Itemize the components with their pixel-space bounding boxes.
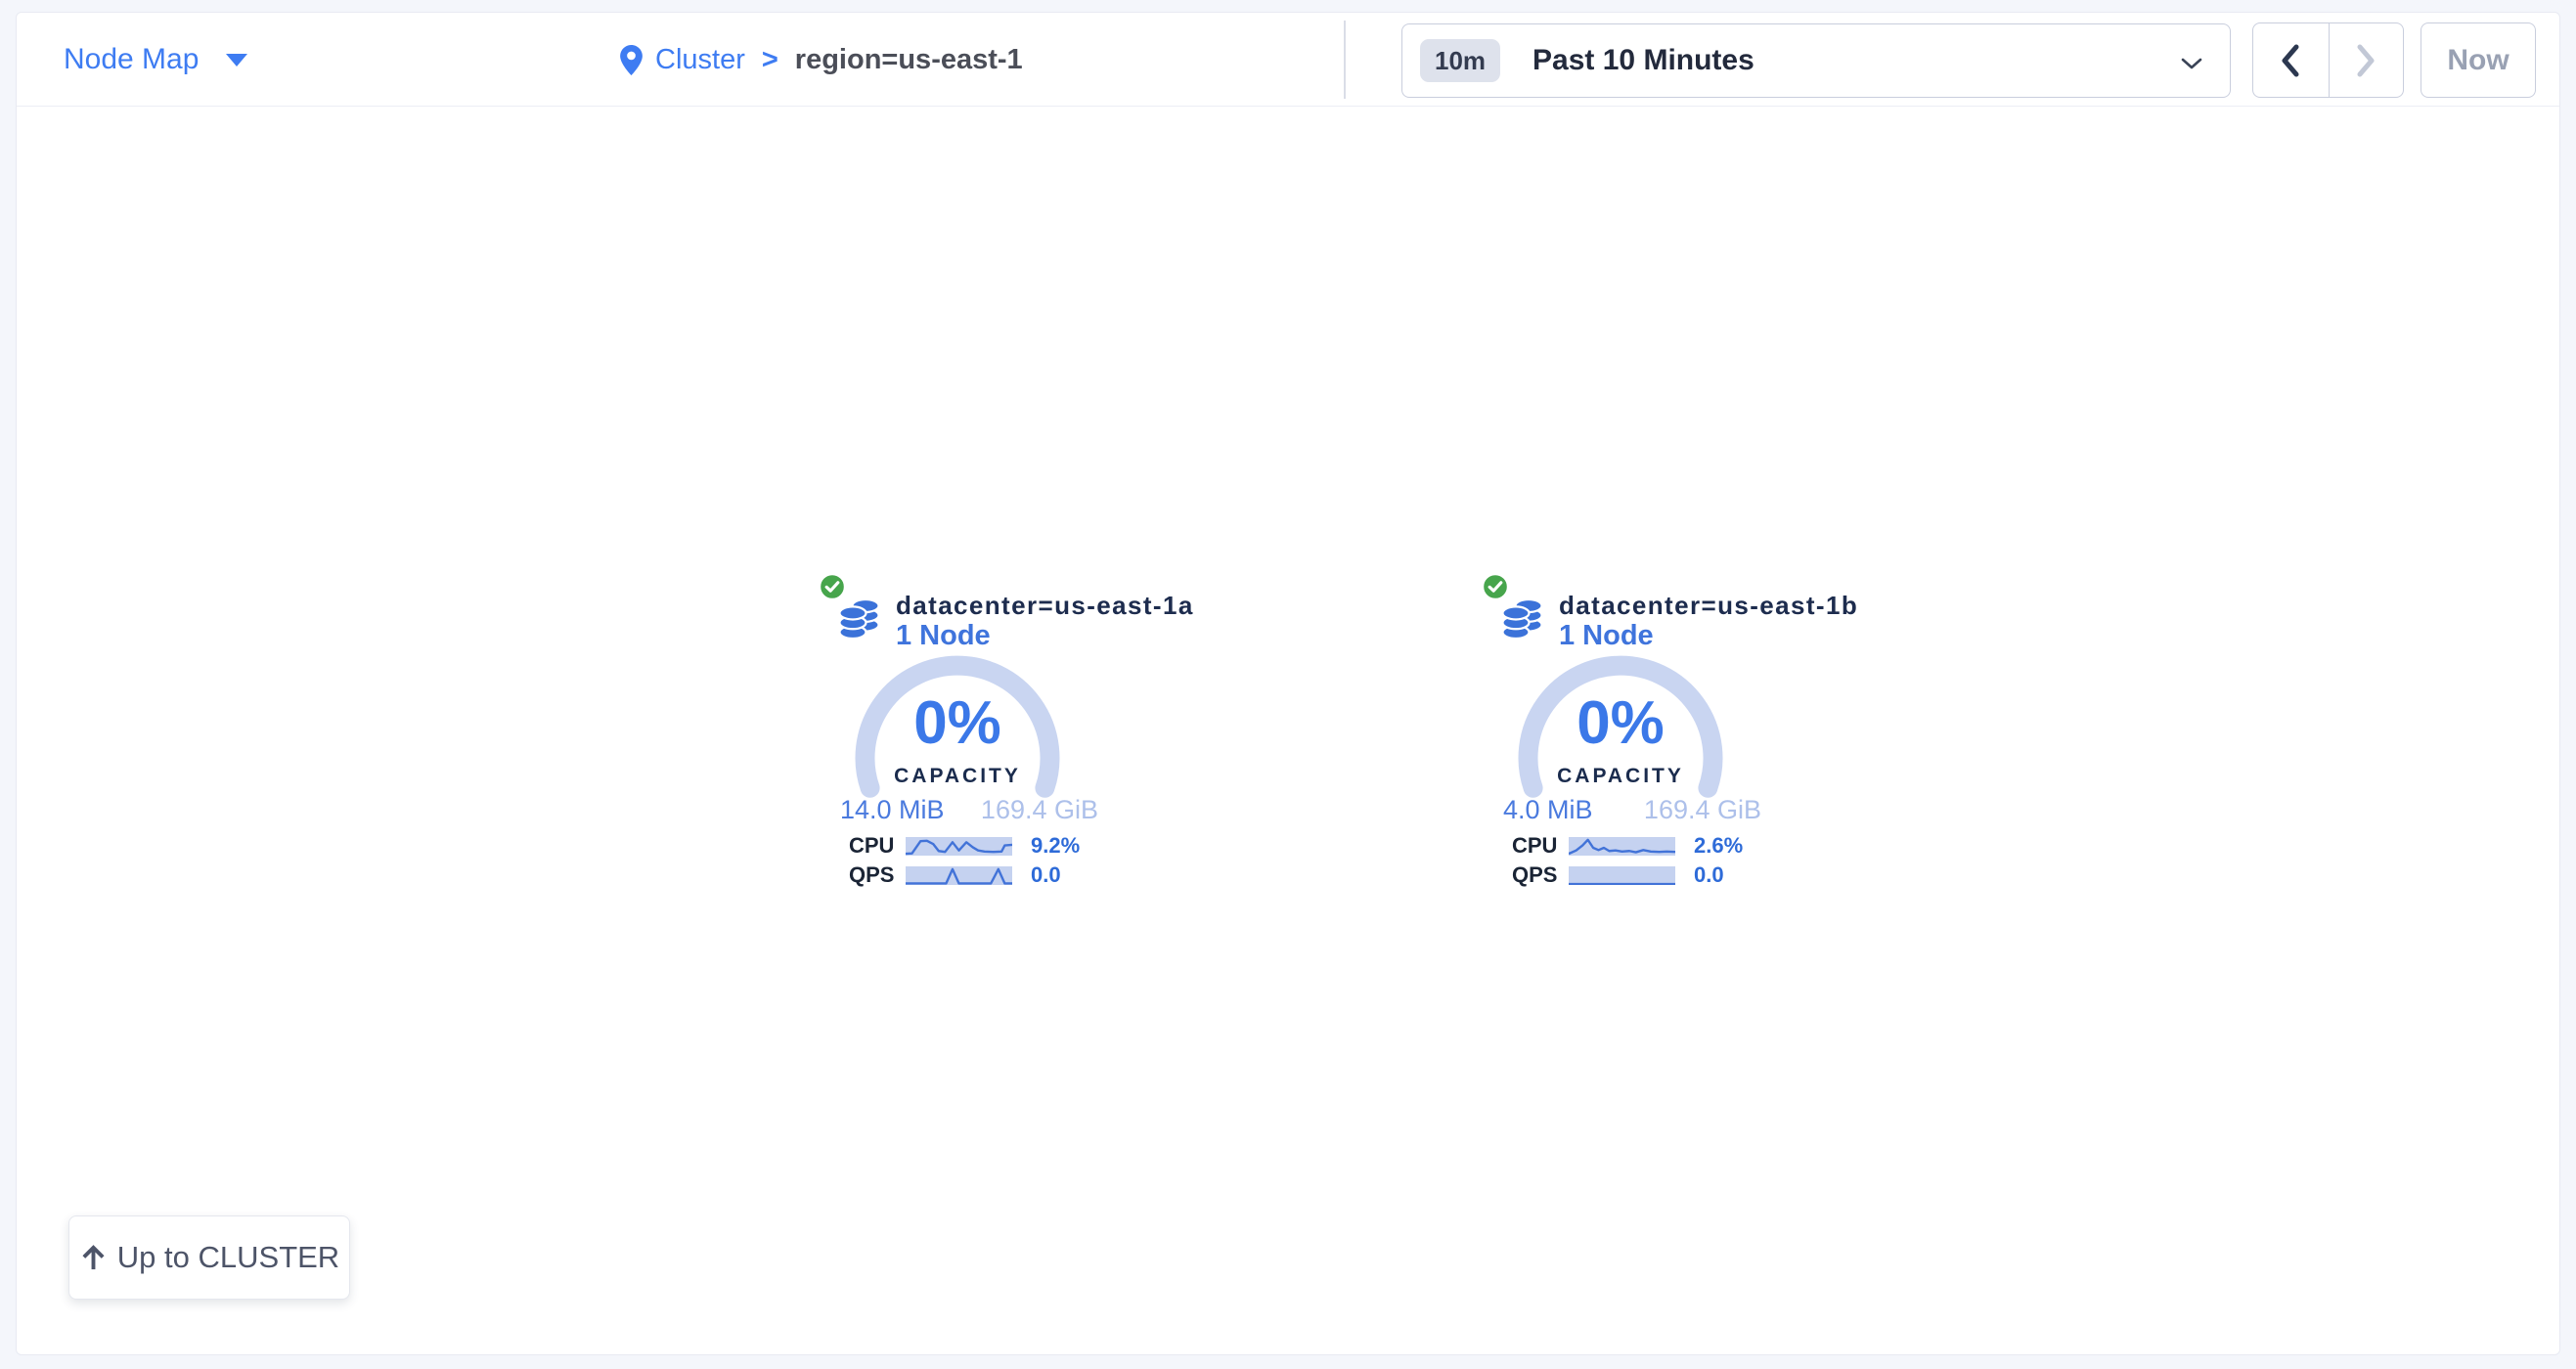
qps-metric-row: QPS 0.0 [1512,862,1724,888]
breadcrumb-current-locality: region=us-east-1 [795,44,1023,76]
capacity-used: 14.0 MiB [840,795,945,825]
node-map-page: Node Map Cluster > region=us-east-1 10m … [0,0,2576,1369]
cpu-label: CPU [849,833,906,859]
map-header: Node Map Cluster > region=us-east-1 10m … [17,13,2559,107]
cpu-metric-row: CPU 9.2% [849,833,1080,859]
breadcrumb: Cluster > region=us-east-1 [620,13,1023,107]
qps-value: 0.0 [1031,862,1061,888]
qps-value: 0.0 [1694,862,1724,888]
cpu-value: 2.6% [1694,833,1743,859]
cpu-label: CPU [1512,833,1569,859]
arrow-up-icon [79,1244,108,1272]
time-forward-button[interactable] [2329,23,2404,97]
qps-label: QPS [849,862,906,888]
caret-down-icon [226,54,247,66]
database-stack-icon [839,597,879,645]
view-selector-label: Node Map [64,43,199,76]
qps-metric-row: QPS 0.0 [849,862,1061,888]
view-selector-dropdown[interactable]: Node Map [64,13,247,107]
cpu-sparkline [1569,837,1675,856]
now-button[interactable]: Now [2421,22,2536,98]
header-divider [1344,21,1346,99]
time-back-button[interactable] [2253,23,2329,97]
locality-card-us-east-1b[interactable]: datacenter=us-east-1b 1 Node 0% CAPACITY… [1454,573,1787,896]
time-range-dropdown[interactable]: 10m Past 10 Minutes [1401,23,2231,98]
capacity-total: 169.4 GiB [981,795,1098,825]
capacity-range: 14.0 MiB 169.4 GiB [791,795,1124,825]
time-range-stepper [2252,22,2404,98]
qps-sparkline [1569,866,1675,885]
capacity-range: 4.0 MiB 169.4 GiB [1454,795,1787,825]
locality-title: datacenter=us-east-1b [1559,591,1858,621]
capacity-percentage: 0% [1454,692,1787,755]
time-range-label: Past 10 Minutes [1532,44,1754,77]
locality-card-us-east-1a[interactable]: datacenter=us-east-1a 1 Node 0% CAPACITY… [791,573,1124,896]
chevron-down-icon [2181,57,2202,74]
time-range-badge: 10m [1420,39,1500,82]
breadcrumb-separator: > [762,44,778,76]
locality-title: datacenter=us-east-1a [896,591,1194,621]
chevron-right-icon [2356,44,2376,77]
capacity-label: CAPACITY [791,765,1124,788]
qps-sparkline [906,866,1012,885]
cpu-value: 9.2% [1031,833,1080,859]
capacity-used: 4.0 MiB [1503,795,1593,825]
capacity-total: 169.4 GiB [1644,795,1761,825]
qps-label: QPS [1512,862,1569,888]
cpu-metric-row: CPU 2.6% [1512,833,1743,859]
capacity-percentage: 0% [791,692,1124,755]
location-pin-icon [620,45,643,75]
chevron-left-icon [2281,44,2300,77]
breadcrumb-cluster-link[interactable]: Cluster [655,44,745,76]
database-stack-icon [1502,597,1542,645]
up-to-cluster-button[interactable]: Up to CLUSTER [68,1215,350,1300]
cpu-sparkline [906,837,1012,856]
node-map-panel: Node Map Cluster > region=us-east-1 10m … [16,12,2560,1355]
capacity-label: CAPACITY [1454,765,1787,788]
up-to-cluster-label: Up to CLUSTER [117,1240,339,1275]
